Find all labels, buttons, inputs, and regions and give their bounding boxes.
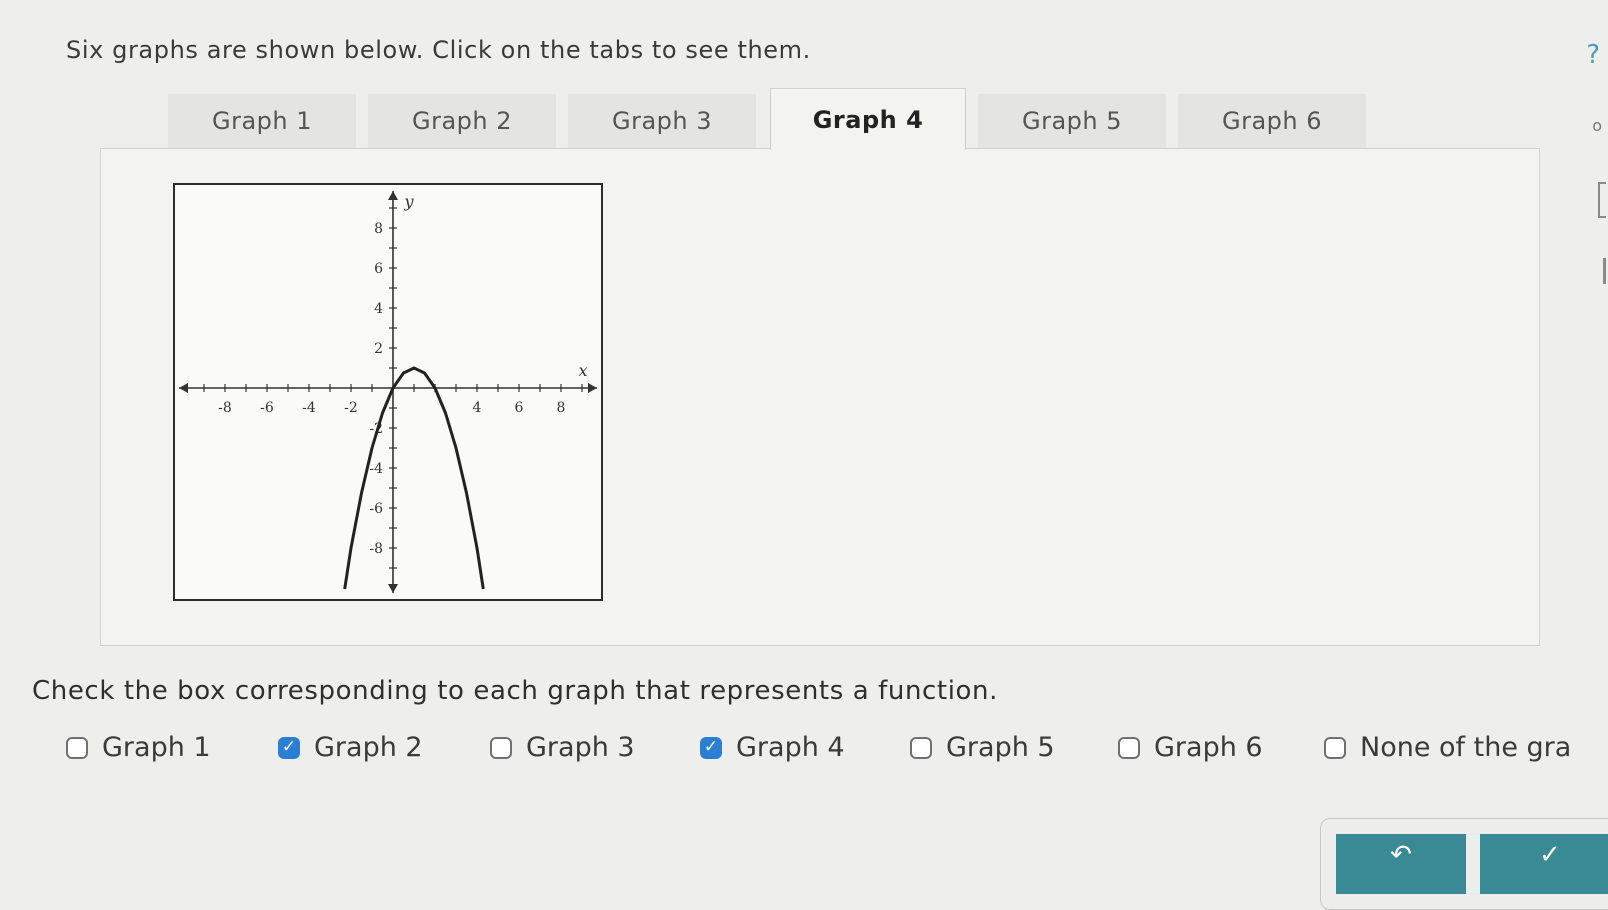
check-answer-button[interactable]: ✓	[1480, 834, 1608, 894]
tab-graph-6[interactable]: Graph 6	[1178, 94, 1366, 148]
option-graph-6[interactable]: Graph 6	[1118, 732, 1263, 763]
y-tick-label: 8	[374, 221, 383, 237]
undo-button[interactable]: ↶	[1336, 834, 1466, 894]
x-tick-label: -6	[260, 400, 274, 416]
option-label: None of the gra	[1360, 732, 1572, 763]
graph-4-plot: -8 -6 -4 -2 4 6 8 8 6 4 2 -2 -4 -6 -8 x y	[173, 183, 603, 601]
y-tick-label: 4	[374, 301, 383, 317]
undo-icon: ↶	[1390, 840, 1412, 870]
x-tick-label: 8	[557, 400, 566, 416]
x-tick-label: 6	[515, 400, 524, 416]
checkbox-graph-4[interactable]: ✓	[700, 736, 722, 759]
check-icon: ✓	[1539, 840, 1561, 870]
checkbox-graph-2[interactable]: ✓	[278, 736, 300, 759]
checkbox-graph-6[interactable]	[1118, 736, 1140, 759]
graph-panel: -8 -6 -4 -2 4 6 8 8 6 4 2 -2 -4 -6 -8 x y	[100, 148, 1540, 646]
option-graph-2[interactable]: ✓ Graph 2	[278, 732, 423, 763]
tab-graph-2[interactable]: Graph 2	[368, 94, 556, 148]
checkmark-icon: ✓	[281, 737, 297, 757]
y-tick-label: 6	[374, 261, 383, 277]
checkmark-icon: ✓	[703, 737, 719, 757]
option-label: Graph 5	[946, 732, 1055, 763]
checkbox-graph-3[interactable]	[490, 736, 512, 759]
y-tick-label: -4	[369, 461, 383, 477]
option-graph-4[interactable]: ✓ Graph 4	[700, 732, 845, 763]
y-tick-label: 2	[374, 341, 383, 357]
option-label: Graph 3	[526, 732, 635, 763]
option-label: Graph 1	[102, 732, 211, 763]
side-circle-icon[interactable]: o	[1592, 116, 1602, 135]
x-tick-label: -2	[344, 400, 358, 416]
x-axis-arrow-left	[179, 383, 188, 393]
instruction-text: Check the box corresponding to each grap…	[32, 676, 998, 706]
y-tick-label: -6	[369, 501, 383, 517]
checkbox-graph-5[interactable]	[910, 736, 932, 759]
side-divider-icon	[1603, 258, 1606, 284]
tab-graph-4[interactable]: Graph 4	[770, 88, 966, 150]
option-label: Graph 2	[314, 732, 423, 763]
tab-graph-1[interactable]: Graph 1	[168, 94, 356, 148]
question-prompt: Six graphs are shown below. Click on the…	[66, 36, 811, 64]
y-axis-arrow-up	[388, 191, 398, 200]
x-tick-label: 4	[473, 400, 482, 416]
option-label: Graph 6	[1154, 732, 1263, 763]
checkbox-none[interactable]	[1324, 736, 1346, 759]
option-label: Graph 4	[736, 732, 845, 763]
tab-graph-3[interactable]: Graph 3	[568, 94, 756, 148]
option-graph-1[interactable]: Graph 1	[66, 732, 211, 763]
plot-svg: -8 -6 -4 -2 4 6 88642-2-4-6-8xy	[179, 191, 597, 593]
y-axis-arrow-down	[388, 584, 398, 593]
y-tick-label: -8	[369, 541, 383, 557]
tab-graph-5[interactable]: Graph 5	[978, 94, 1166, 148]
side-bracket-icon[interactable]	[1598, 182, 1606, 218]
y-axis-label: y	[403, 192, 414, 211]
option-graph-3[interactable]: Graph 3	[490, 732, 635, 763]
option-none[interactable]: None of the gra	[1324, 732, 1571, 763]
function-checklist: Graph 1 ✓ Graph 2 Graph 3 ✓ Graph 4 Grap…	[66, 732, 1608, 782]
checkbox-graph-1[interactable]	[66, 736, 88, 759]
graph-tabs: Graph 1 Graph 2 Graph 3 Graph 4 Graph 5 …	[168, 88, 1418, 150]
option-graph-5[interactable]: Graph 5	[910, 732, 1055, 763]
x-axis-arrow-right	[588, 383, 597, 393]
help-icon[interactable]: ?	[1586, 40, 1600, 70]
parabola-curve	[343, 366, 485, 590]
x-tick-label: -4	[302, 400, 316, 416]
x-axis-label: x	[578, 361, 587, 380]
x-tick-label: -8	[218, 400, 232, 416]
